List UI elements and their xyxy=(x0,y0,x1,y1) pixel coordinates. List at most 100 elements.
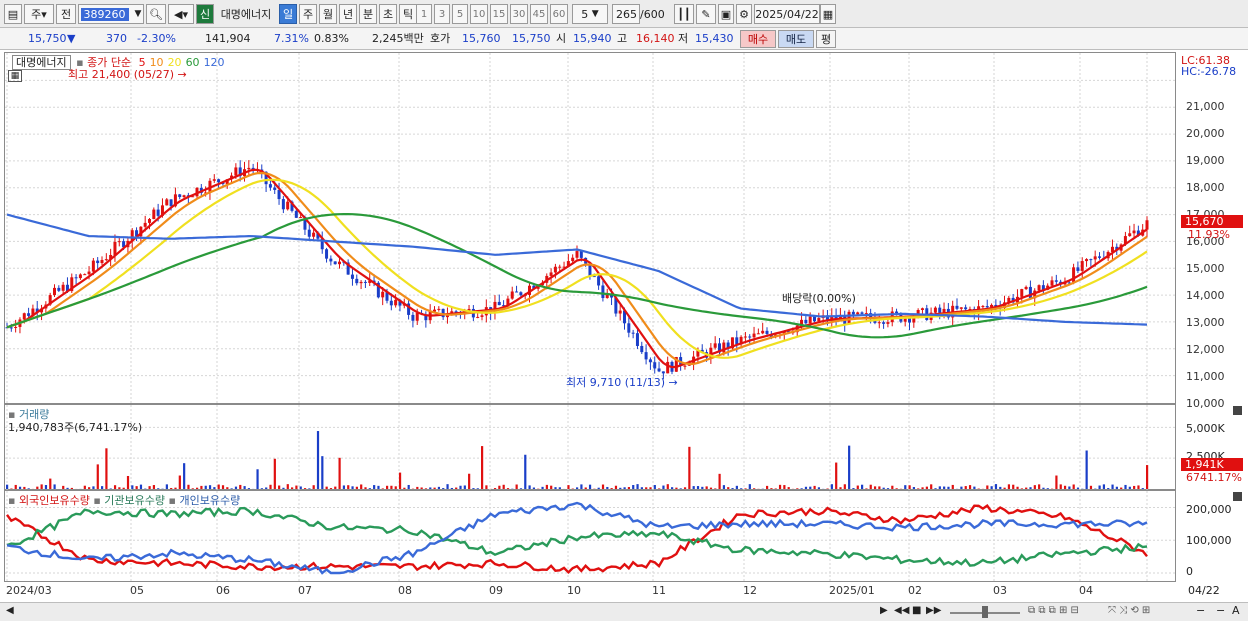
speaker-icon[interactable]: ◀▾ xyxy=(168,4,194,24)
window-icon[interactable]: ▤ xyxy=(4,4,22,24)
volume-bar xyxy=(101,486,104,489)
interval-button[interactable]: 60 xyxy=(550,4,568,24)
draw-tool-icon[interactable]: ✎ xyxy=(696,4,716,24)
zoom-out-icon[interactable]: − xyxy=(1196,604,1205,617)
search-icon[interactable]: 🔍︎ xyxy=(146,4,166,24)
candle-body xyxy=(605,294,609,299)
scroll-right-icon[interactable]: ▶ xyxy=(880,605,888,616)
calendar-icon[interactable]: ▦ xyxy=(820,4,836,24)
stop-icon[interactable]: ■ xyxy=(912,605,921,616)
interval-select[interactable]: 5 ▼ xyxy=(572,4,608,24)
chart-scrollbar[interactable]: ◀ ▶ ◀◀ ■ ▶▶ ⧉ ⧉ ⧉ ⊞ ⊟ ⤧ ⤨ ⟲ ⊞ − − A xyxy=(0,602,1248,621)
sell-button[interactable]: 매도 xyxy=(778,30,814,48)
institution-holding-label: 기관보유수량 xyxy=(104,494,166,507)
price-tick-label: 12,000 xyxy=(1186,343,1225,356)
jeon-button[interactable]: 전 xyxy=(56,4,76,24)
volume-bar xyxy=(429,487,432,489)
close-pane-icon[interactable] xyxy=(1233,406,1242,415)
settings-icon[interactable]: ⚙ xyxy=(736,4,752,24)
zoom-in-icon[interactable]: − xyxy=(1216,604,1225,617)
layout-icons[interactable]: ⧉ ⧉ ⧉ ⊞ ⊟ xyxy=(1028,605,1079,616)
volume-pane[interactable] xyxy=(4,404,1177,491)
chart-area[interactable]: 대명에너지 ▪ 종가 단순 5 10 20 60 120 ▦ LC:61.38 HC:-… xyxy=(0,50,1248,602)
volume-bar xyxy=(355,486,358,489)
volume-bar xyxy=(550,485,553,489)
buy-button[interactable]: 매수 xyxy=(740,30,776,48)
candle-body xyxy=(735,337,739,345)
sin-badge[interactable]: 신 xyxy=(196,4,214,24)
volume-bar xyxy=(226,487,229,489)
interval-button[interactable]: 30 xyxy=(510,4,528,24)
price-tick-label: 21,000 xyxy=(1186,100,1225,113)
x-axis-label: 03 xyxy=(993,584,1007,597)
tool-icons[interactable]: ⤧ ⤨ ⟲ ⊞ xyxy=(1108,605,1150,616)
candle-body xyxy=(627,323,631,333)
volume-bar xyxy=(917,488,920,489)
date-input[interactable]: 2025/04/22 xyxy=(754,4,820,24)
candle-body xyxy=(1085,259,1089,262)
candle-body xyxy=(553,266,557,273)
volume-bar xyxy=(951,484,954,489)
eval-button[interactable]: 평 xyxy=(816,30,836,48)
period-tab[interactable]: 초 xyxy=(379,4,397,24)
volume-bar xyxy=(865,488,868,489)
volume-bar xyxy=(727,487,730,489)
period-tab[interactable]: 틱 xyxy=(399,4,417,24)
candle-body xyxy=(78,274,82,279)
volume-bar xyxy=(1102,484,1106,489)
volume-bar xyxy=(498,485,501,489)
x-axis-label: 07 xyxy=(298,584,312,597)
volume-bar xyxy=(260,488,263,489)
period-tab[interactable]: 분 xyxy=(359,4,377,24)
market-type-select[interactable]: 주 ▾ xyxy=(24,4,54,24)
volume-bar xyxy=(515,484,518,489)
interval-button[interactable]: 45 xyxy=(530,4,548,24)
candle-body xyxy=(856,312,860,315)
period-tab[interactable]: 월 xyxy=(319,4,337,24)
chevron-down-icon[interactable]: ▼ xyxy=(135,9,142,19)
interval-button[interactable]: 3 xyxy=(434,4,450,24)
volume-bar xyxy=(688,446,691,489)
ex-dividend-annotation: 배당락(0.00%) xyxy=(782,292,856,305)
volume-bar xyxy=(373,485,376,489)
period-tab[interactable]: 주 xyxy=(299,4,317,24)
close-pane-icon[interactable] xyxy=(1233,492,1242,501)
count-input[interactable]: 265 xyxy=(612,4,640,24)
price-pane[interactable] xyxy=(4,52,1177,405)
candle-body xyxy=(307,229,311,237)
volume-bar xyxy=(666,484,669,489)
volume-bar xyxy=(601,484,605,489)
volume-bar xyxy=(70,487,73,489)
high-annotation: 최고 21,400 (05/27) → xyxy=(68,66,187,82)
first-page-icon[interactable]: ◀◀ xyxy=(894,605,909,616)
volume-bar xyxy=(990,486,993,489)
volume-bar xyxy=(66,487,69,489)
candle-body xyxy=(333,261,337,265)
calculator-icon[interactable]: ▦ xyxy=(8,70,22,82)
candle-body xyxy=(597,276,601,286)
stock-code-input[interactable]: 389260 ▼ xyxy=(78,4,144,24)
volume-bar xyxy=(230,488,233,489)
last-page-icon[interactable]: ▶▶ xyxy=(926,605,941,616)
interval-button[interactable]: 5 xyxy=(452,4,468,24)
ma-period-label: 60 xyxy=(185,56,200,69)
interval-button[interactable]: 1 xyxy=(416,4,432,24)
period-tab[interactable]: 년 xyxy=(339,4,357,24)
save-icon[interactable]: ▣ xyxy=(718,4,734,24)
volume-bar xyxy=(269,484,272,489)
zoom-slider-handle[interactable] xyxy=(982,606,988,618)
volume-bar xyxy=(1120,487,1123,489)
volume-bar xyxy=(183,463,186,489)
volume-bar xyxy=(152,485,156,489)
price-tick-label: 18,000 xyxy=(1186,181,1225,194)
interval-button[interactable]: 15 xyxy=(490,4,508,24)
font-size-icon[interactable]: A xyxy=(1232,604,1240,617)
stock-code-value: 389260 xyxy=(80,7,129,21)
volume-bar xyxy=(653,485,656,489)
volume-bar xyxy=(1059,484,1062,489)
candle-type-icon[interactable]: ┃┃ xyxy=(674,4,694,24)
candle-body xyxy=(955,305,959,309)
period-tab[interactable]: 일 xyxy=(279,4,297,24)
scroll-left-icon[interactable]: ◀ xyxy=(6,605,14,616)
interval-button[interactable]: 10 xyxy=(470,4,488,24)
